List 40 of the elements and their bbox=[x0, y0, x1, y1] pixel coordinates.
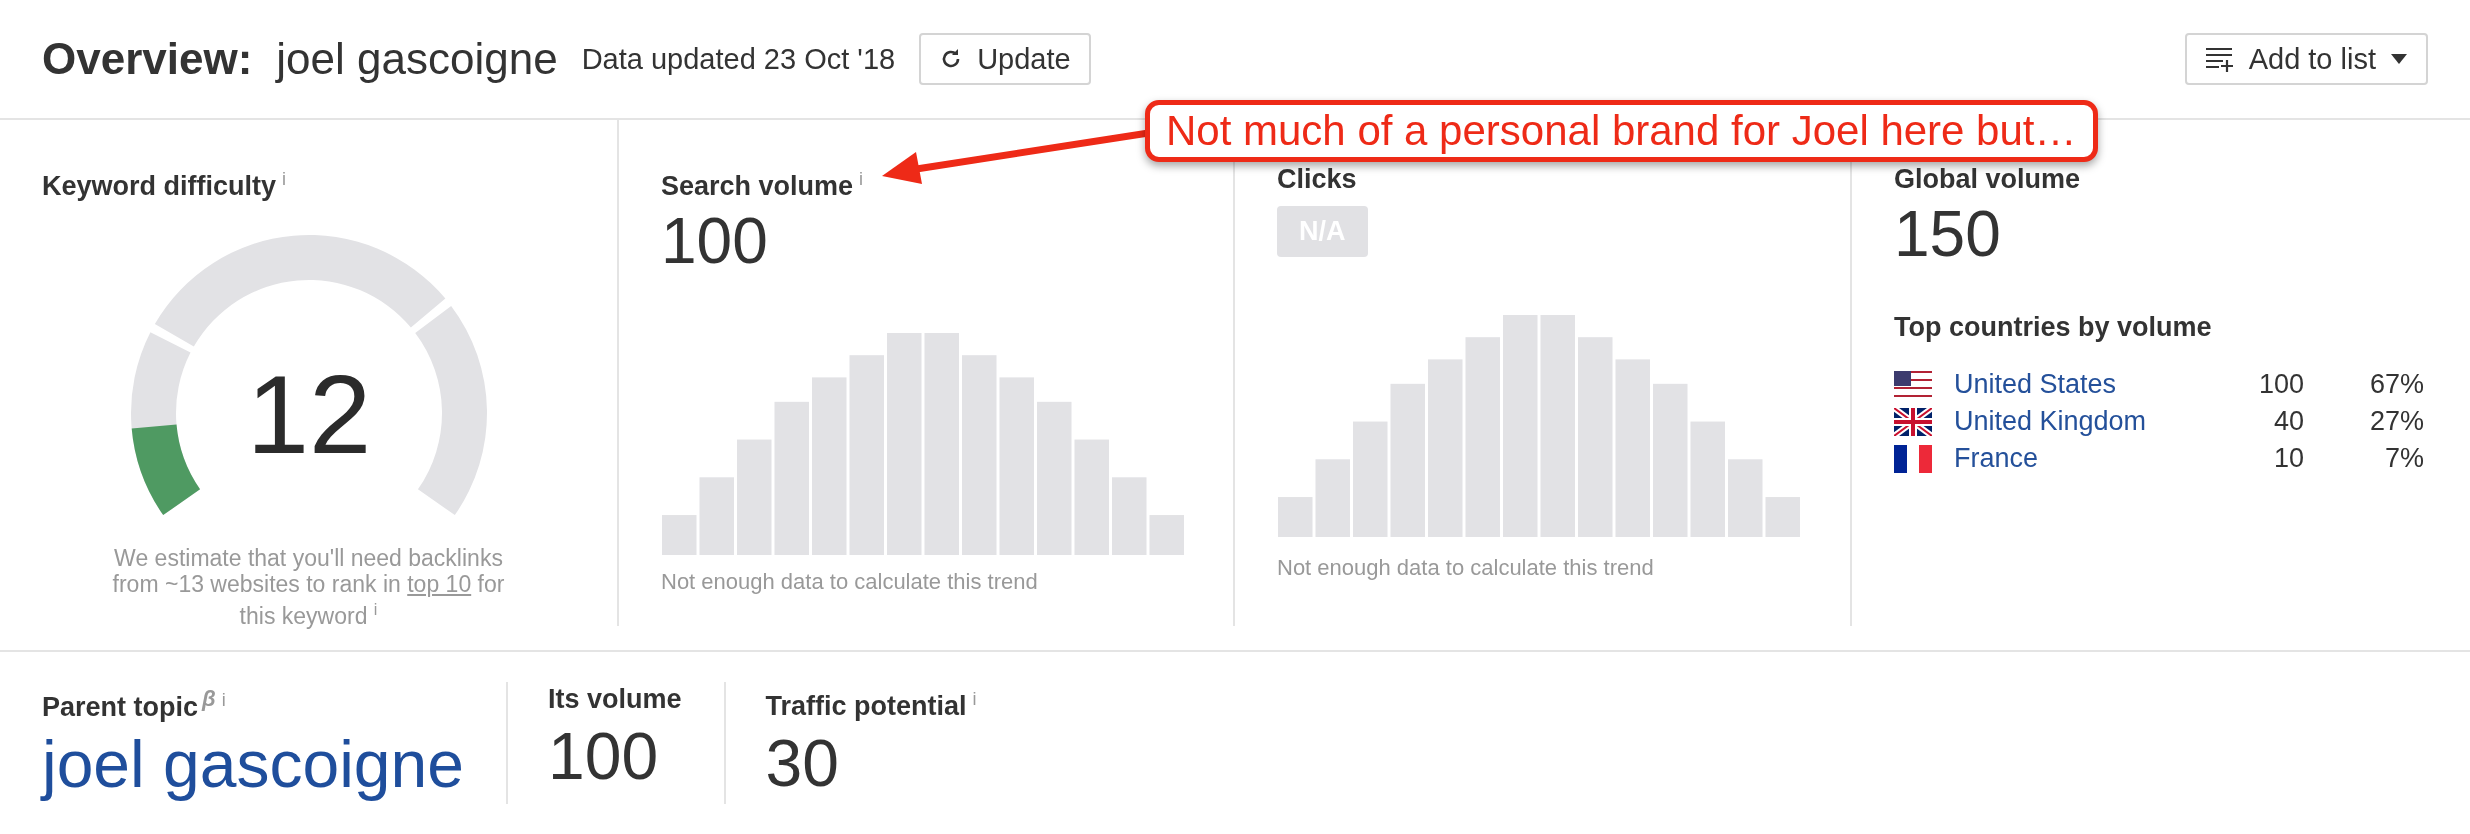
histogram-bar bbox=[1765, 497, 1800, 537]
histogram-bar bbox=[662, 515, 697, 555]
countries-title: Top countries by volume bbox=[1894, 312, 2212, 343]
country-link[interactable]: United Kingdom bbox=[1954, 406, 2184, 437]
difficulty-note: We estimate that you'll need backlinks from ~13 websites to rank in top 10 for this keyword $^{i}$ bbox=[111, 545, 506, 629]
add-to-list-button[interactable]: Add to list bbox=[2184, 33, 2428, 85]
updated-date: Data updated 23 Oct '18 bbox=[581, 42, 896, 76]
traffic-value: 30 bbox=[765, 725, 839, 802]
flag-icon bbox=[1894, 370, 1932, 399]
parent-topic-link[interactable]: joel gascoigne bbox=[42, 724, 464, 804]
country-link[interactable]: France bbox=[1954, 443, 2184, 474]
country-link[interactable]: United States bbox=[1954, 369, 2184, 400]
list-add-icon bbox=[2204, 46, 2235, 72]
section-title: Its volume bbox=[548, 683, 682, 716]
card-title: Keyword difficulty $^{i}$ bbox=[42, 168, 287, 203]
card-title: Clicks bbox=[1277, 163, 1357, 196]
difficulty-score: 12 bbox=[246, 352, 371, 477]
country-volume: 40 bbox=[2272, 406, 2304, 437]
country-share: 27% bbox=[2368, 406, 2424, 437]
country-volume: 100 bbox=[2257, 369, 2304, 400]
volume-value: 100 bbox=[548, 718, 659, 795]
trend-note: Not enough data to calculate this trend bbox=[661, 569, 1038, 595]
card-title: Global volume bbox=[1894, 163, 2081, 196]
section-title: Traffic potential $^{i}$ bbox=[765, 688, 977, 723]
flag-icon bbox=[1894, 407, 1932, 436]
card-title: Search volume $^{i}$ bbox=[661, 168, 864, 203]
country-volume: 10 bbox=[2272, 443, 2304, 474]
volume-value: 150 bbox=[1894, 197, 2001, 272]
volume-value: 100 bbox=[661, 204, 768, 279]
caret-icon bbox=[2390, 53, 2408, 65]
keyword-title: joel gascoigne bbox=[276, 34, 558, 84]
page-title: Overview: bbox=[42, 34, 253, 84]
country-share: 7% bbox=[2383, 443, 2424, 474]
histogram-bar bbox=[1278, 497, 1313, 537]
flag-icon bbox=[1894, 444, 1932, 473]
histogram-bar bbox=[1149, 515, 1184, 555]
trend-note: Not enough data to calculate this trend bbox=[1277, 555, 1654, 581]
country-share: 67% bbox=[2368, 369, 2424, 400]
annotation-callout: Not much of a personal brand for Joel here but… bbox=[1145, 100, 2098, 162]
update-button[interactable]: Update bbox=[919, 33, 1091, 85]
